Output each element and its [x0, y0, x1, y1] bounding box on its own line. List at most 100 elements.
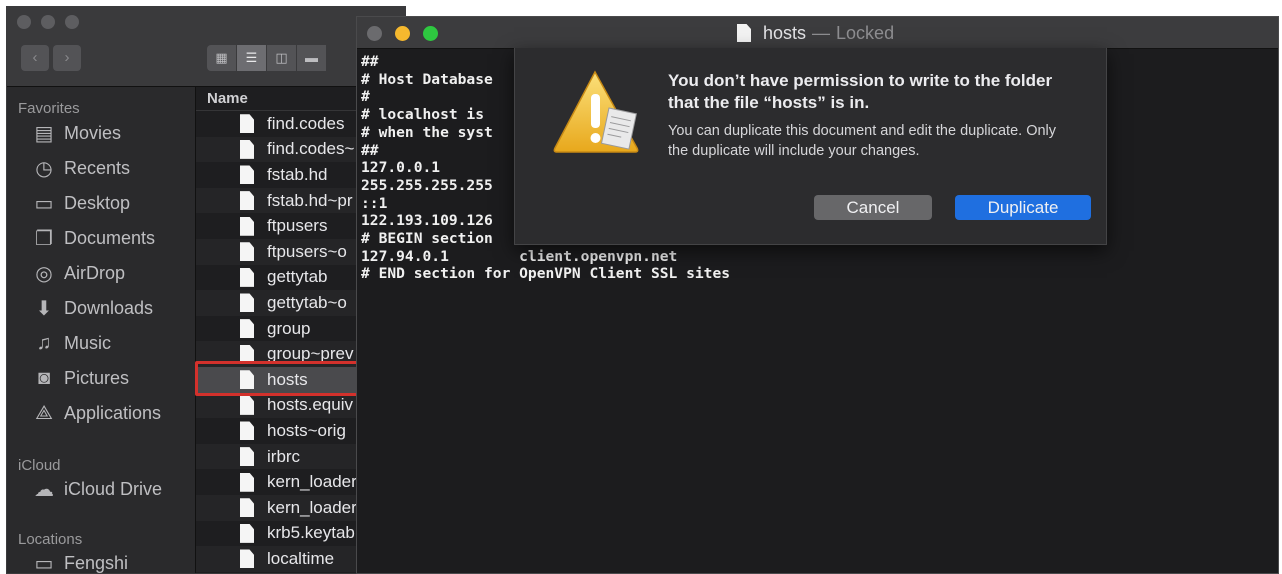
finder-toolbar: ‹ › ▦ ☰ ◫ ▬	[7, 7, 405, 87]
window-titlebar[interactable]: hosts — Locked	[357, 17, 1278, 49]
sidebar-item-pictures[interactable]: ◙ Pictures	[31, 363, 129, 393]
sidebar-item-label: Applications	[64, 402, 162, 423]
cancel-button[interactable]: Cancel	[814, 195, 932, 220]
music-icon: ♫	[36, 331, 52, 354]
file-name: irbrc	[267, 446, 301, 466]
minimize-button-icon[interactable]	[395, 26, 410, 41]
file-name: ftpusers	[267, 216, 328, 236]
sidebar-item-recents[interactable]: ◷ Recents	[31, 153, 130, 183]
file-name: fstab.hd	[267, 164, 328, 184]
file-icon	[240, 498, 254, 518]
column-view-button[interactable]: ◫	[267, 45, 297, 71]
camera-icon: ◙	[37, 366, 51, 389]
file-icon	[240, 139, 254, 159]
cloud-icon: ☁	[34, 478, 54, 501]
sidebar-item-applications[interactable]: ⟁ Applications	[31, 398, 161, 428]
file-name: ftpusers~o	[267, 241, 347, 261]
sidebar-item-fengshi[interactable]: ▭ Fengshi	[31, 548, 129, 574]
list-icon: ☰	[245, 50, 258, 65]
title-locked-status[interactable]: Locked	[836, 23, 894, 44]
sidebar-item-movies[interactable]: ▤ Movies	[31, 118, 121, 148]
file-icon	[240, 293, 254, 313]
zoom-button-icon[interactable]	[423, 26, 438, 41]
close-dot-icon[interactable]	[17, 15, 31, 29]
file-icon	[240, 447, 254, 467]
finder-window: ‹ › ▦ ☰ ◫ ▬ Favorites ▤ Movies ◷ Recents…	[6, 6, 406, 574]
sidebar-section-favorites: Favorites	[18, 100, 80, 117]
minimize-dot-icon[interactable]	[41, 15, 55, 29]
file-icon	[240, 191, 254, 211]
zoom-dot-icon[interactable]	[65, 15, 79, 29]
warning-icon	[553, 70, 639, 153]
sidebar-item-airdrop[interactable]: ◎ AirDrop	[31, 258, 125, 288]
title-filename: hosts	[763, 22, 807, 43]
sidebar-item-downloads[interactable]: ⬇ Downloads	[31, 293, 153, 323]
downloads-icon: ⬇	[35, 297, 53, 320]
file-name: localtime	[267, 548, 335, 568]
desktop-icon: ▭	[34, 192, 54, 215]
file-name: group	[267, 318, 311, 338]
grid-icon: ▦	[215, 50, 228, 65]
file-name: find.codes~	[267, 139, 355, 159]
close-button-icon[interactable]	[367, 26, 382, 41]
alert-message: You can duplicate this document and edit…	[668, 123, 1057, 159]
sidebar-item-label: Movies	[64, 122, 122, 143]
sidebar-item-documents[interactable]: ❐ Documents	[31, 223, 155, 253]
file-icon	[240, 319, 254, 339]
text-line: # END section for OpenVPN Client SSL sit…	[361, 265, 731, 283]
columns-icon: ◫	[275, 50, 288, 65]
film-icon: ▤	[34, 122, 54, 145]
sidebar-item-icloud-drive[interactable]: ☁ iCloud Drive	[31, 474, 162, 504]
alert-title: You don’t have permission to write to th…	[668, 71, 1053, 112]
list-view-button[interactable]: ☰	[237, 45, 267, 71]
file-name: kern_loader	[267, 472, 357, 492]
sidebar-item-label: Music	[64, 332, 112, 353]
sidebar-item-desktop[interactable]: ▭ Desktop	[31, 188, 131, 218]
icon-view-button[interactable]: ▦	[207, 45, 237, 71]
back-button[interactable]: ‹	[21, 45, 49, 71]
file-name: hosts~orig	[267, 420, 346, 440]
applications-icon: ⟁	[35, 401, 53, 424]
clock-icon: ◷	[35, 157, 53, 180]
sidebar-item-label: Desktop	[64, 192, 131, 213]
document-icon	[737, 24, 751, 42]
gallery-icon: ▬	[305, 50, 318, 65]
file-icon	[240, 549, 254, 569]
forward-button[interactable]: ›	[53, 45, 81, 71]
sidebar-item-label: Downloads	[64, 297, 154, 318]
sidebar-item-label: Fengshi	[64, 552, 129, 573]
file-icon	[240, 216, 254, 236]
file-name: find.codes	[267, 113, 345, 133]
chevron-right-icon: ›	[64, 49, 70, 66]
file-name: hosts.equiv	[267, 395, 353, 415]
text-line: 127.94.0.1 client.openvpn.net	[361, 247, 678, 265]
title-separator: —	[812, 22, 831, 43]
file-name: kern_loader	[267, 497, 357, 517]
file-name: gettytab~o	[267, 292, 347, 312]
file-name: gettytab	[267, 267, 328, 287]
sidebar-item-label: AirDrop	[64, 262, 126, 283]
gallery-view-button[interactable]: ▬	[297, 45, 327, 71]
file-icon	[240, 267, 254, 287]
sidebar-item-label: iCloud Drive	[64, 478, 163, 499]
sidebar-section-locations: Locations	[18, 531, 83, 548]
file-name: fstab.hd~pr	[267, 190, 353, 210]
window-title: hosts — Locked	[737, 22, 894, 44]
sidebar-item-label: Pictures	[64, 367, 130, 388]
file-icon	[240, 165, 254, 185]
sidebar-section-icloud: iCloud	[18, 457, 61, 474]
file-icon	[240, 421, 254, 441]
file-icon	[240, 472, 254, 492]
file-icon	[240, 114, 254, 134]
permission-alert-sheet: You don’t have permission to write to th…	[514, 48, 1107, 245]
computer-icon: ▭	[34, 552, 54, 574]
file-icon	[240, 242, 254, 262]
file-name: krb5.keytab	[267, 523, 355, 543]
chevron-left-icon: ‹	[32, 49, 38, 66]
sidebar-item-music[interactable]: ♫ Music	[31, 328, 112, 358]
file-icon	[240, 395, 254, 415]
duplicate-button[interactable]: Duplicate	[955, 195, 1091, 220]
documents-icon: ❐	[35, 227, 53, 250]
sidebar-item-label: Documents	[64, 227, 156, 248]
sidebar-item-label: Recents	[64, 157, 131, 178]
